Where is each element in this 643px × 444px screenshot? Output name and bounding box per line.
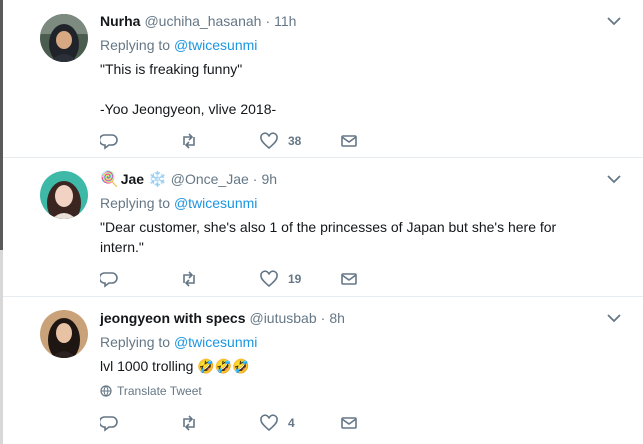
tweet-line: "This is freaking funny" (100, 61, 243, 77)
like-count: 38 (288, 134, 302, 148)
retweet-button[interactable] (180, 270, 260, 288)
like-button[interactable]: 4 (260, 414, 340, 432)
translate-label[interactable]: Translate Tweet (117, 384, 202, 398)
chevron-down-icon[interactable] (607, 313, 621, 323)
heart-icon (260, 270, 278, 288)
tweet-line: lvl 1000 trolling 🤣🤣🤣 (100, 358, 250, 374)
separator-dot: · (252, 171, 258, 187)
replying-to: Replying to @twicesunmi (100, 193, 623, 213)
like-button[interactable]: 19 (260, 270, 340, 288)
tweet-text: "Dear customer, she's also 1 of the prin… (100, 217, 623, 257)
tweet[interactable]: 🍭 Jae ❄️ @Once_Jae · 9h Replying to @twi… (3, 158, 643, 297)
heart-icon (260, 414, 278, 432)
tweet-text: "This is freaking funny" -Yoo Jeongyeon,… (100, 59, 623, 119)
translate-tweet-link[interactable]: Translate Tweet (100, 384, 623, 398)
replying-to: Replying to @twicesunmi (100, 35, 623, 55)
replying-label: Replying to (100, 195, 171, 211)
display-name[interactable]: jeongyeon with specs (100, 309, 245, 328)
tweet-line: "Dear customer, she's also 1 of the prin… (100, 219, 557, 255)
tweet-actions: 38 (100, 131, 420, 151)
replying-label: Replying to (100, 334, 171, 350)
envelope-icon (341, 417, 357, 429)
envelope-icon (341, 135, 357, 147)
user-handle[interactable]: @iutusbab (249, 309, 316, 328)
heart-icon (260, 132, 278, 150)
lollipop-icon: 🍭 (100, 171, 119, 188)
retweet-button[interactable] (180, 132, 260, 150)
tweet-actions: 4 (100, 413, 420, 433)
retweet-button[interactable] (180, 414, 260, 432)
tweet-line (100, 79, 623, 99)
like-button[interactable]: 38 (260, 132, 340, 150)
separator-dot: · (320, 310, 326, 326)
like-count: 19 (288, 272, 302, 286)
message-button[interactable] (340, 414, 420, 432)
tweet-line: -Yoo Jeongyeon, vlive 2018- (100, 101, 277, 117)
replying-to: Replying to @twicesunmi (100, 332, 623, 352)
replying-to-link[interactable]: @twicesunmi (174, 195, 257, 211)
replying-to-link[interactable]: @twicesunmi (174, 37, 257, 53)
reply-button[interactable] (100, 270, 180, 288)
avatar[interactable] (40, 310, 88, 358)
tweet[interactable]: Nurha @uchiha_hasanah · 11h Replying to … (3, 0, 643, 158)
user-handle[interactable]: @uchiha_hasanah (144, 12, 261, 31)
tweet-actions: 19 (100, 269, 420, 289)
retweet-icon (183, 271, 195, 287)
separator-dot: · (265, 13, 271, 29)
reply-button[interactable] (100, 132, 180, 150)
avatar[interactable] (40, 171, 88, 219)
tweet[interactable]: jeongyeon with specs @iutusbab · 8h Repl… (3, 297, 643, 444)
timestamp[interactable]: 9h (261, 170, 277, 189)
user-handle[interactable]: @Once_Jae (171, 170, 249, 189)
reply-icon (100, 416, 118, 432)
avatar[interactable] (40, 14, 88, 62)
display-name[interactable]: Jae (121, 170, 144, 189)
reply-icon (100, 272, 118, 288)
like-count: 4 (288, 416, 295, 430)
tweet-text: lvl 1000 trolling 🤣🤣🤣 (100, 356, 623, 376)
reply-icon (100, 134, 118, 150)
replying-label: Replying to (100, 37, 171, 53)
message-button[interactable] (340, 132, 420, 150)
retweet-icon (183, 133, 195, 149)
message-button[interactable] (340, 270, 420, 288)
timestamp[interactable]: 11h (274, 12, 296, 31)
retweet-icon (183, 415, 195, 431)
timestamp[interactable]: 8h (329, 309, 345, 328)
chevron-down-icon[interactable] (607, 16, 621, 26)
globe-icon (100, 385, 112, 397)
snowflake-icon: ❄️ (148, 171, 167, 188)
reply-button[interactable] (100, 414, 180, 432)
envelope-icon (341, 273, 357, 285)
replying-to-link[interactable]: @twicesunmi (174, 334, 257, 350)
chevron-down-icon[interactable] (607, 174, 621, 184)
display-name[interactable]: Nurha (100, 12, 140, 31)
